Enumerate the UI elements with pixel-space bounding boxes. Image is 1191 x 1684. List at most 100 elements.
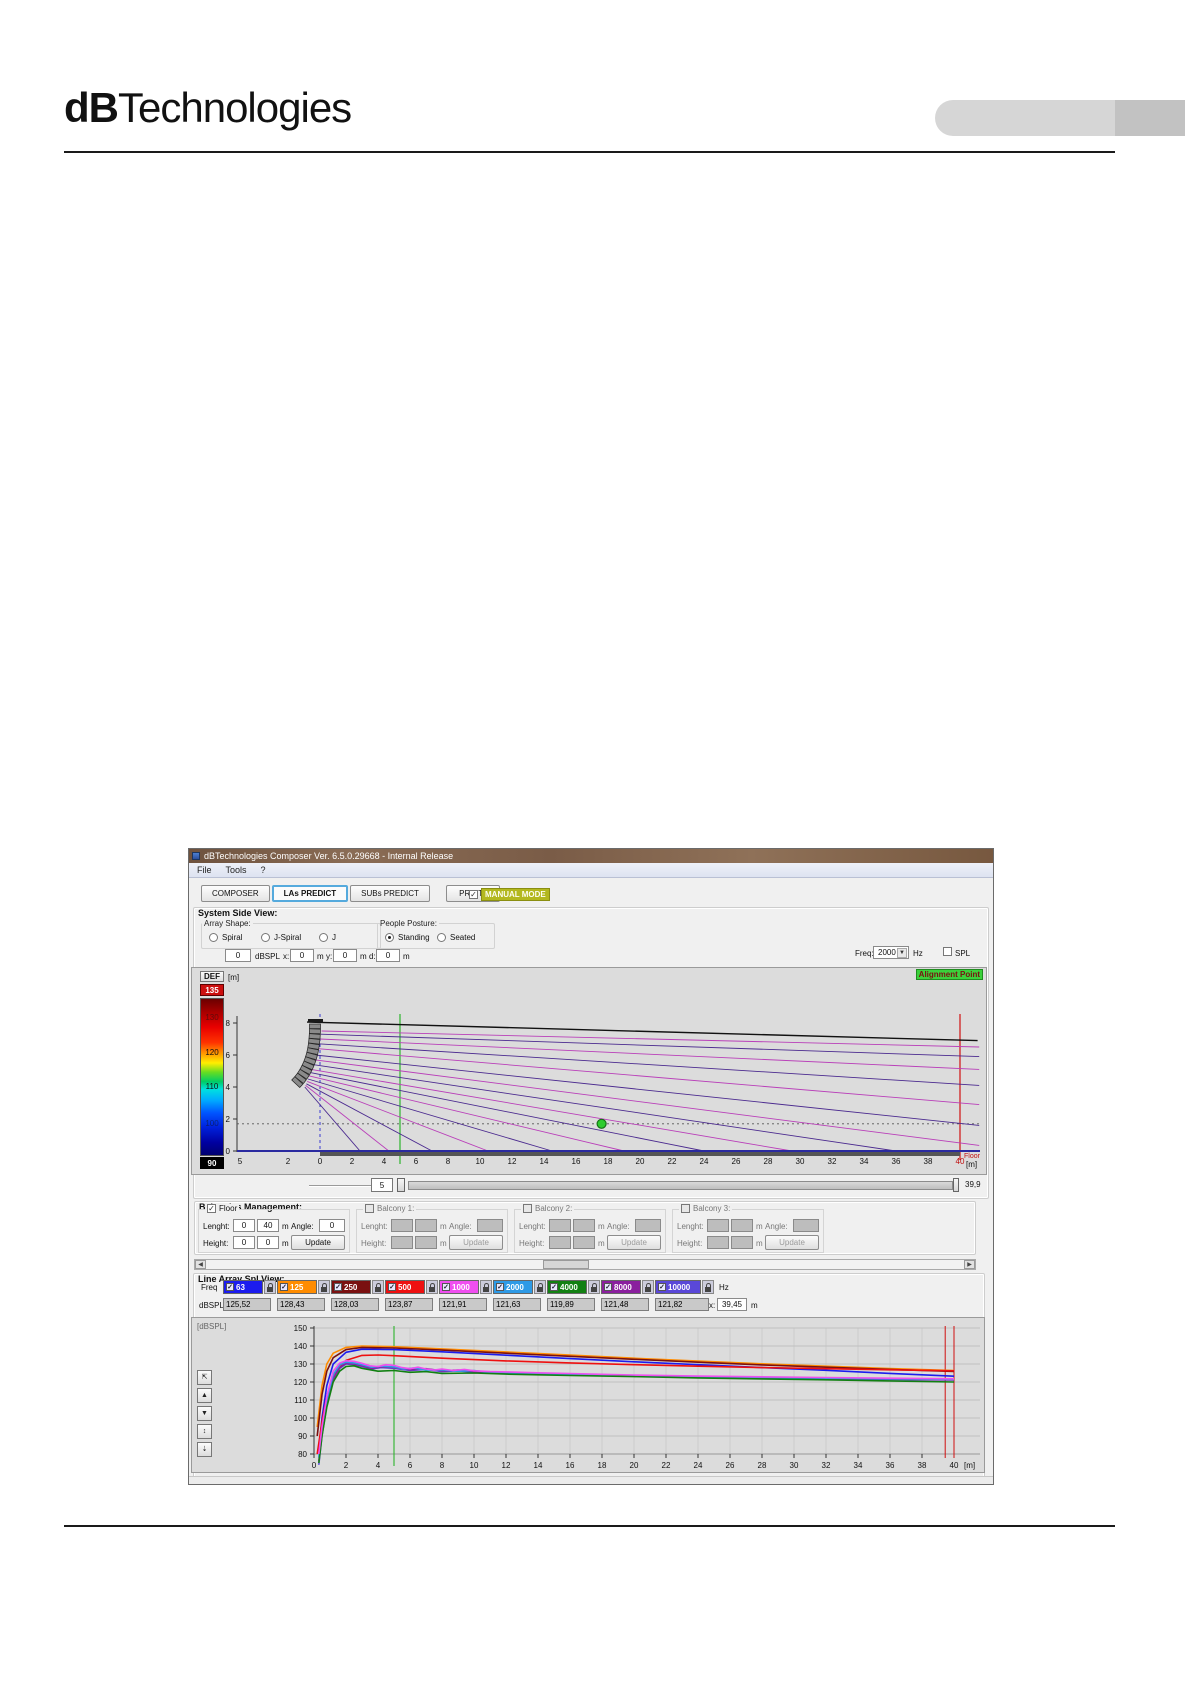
dbspl-input[interactable]: 0 [225, 949, 251, 962]
menu-help[interactable]: ? [261, 865, 266, 875]
height-input-1 [391, 1236, 413, 1249]
svg-text:130: 130 [294, 1360, 308, 1369]
svg-text:28: 28 [758, 1461, 767, 1470]
d-input[interactable]: 0 [376, 949, 400, 962]
band-checkbox[interactable]: ✓ [658, 1283, 666, 1291]
band-lock-cell[interactable] [264, 1280, 276, 1294]
balcony-name: Balcony 1: [377, 1204, 415, 1213]
scroll-left-icon[interactable]: ◀ [195, 1260, 206, 1269]
svg-text:4: 4 [376, 1461, 381, 1470]
spl-chart: 15014013012011010090800 2 4 6 8 10 12 14 16 18 20 2… [294, 1324, 980, 1470]
radio-spiral-wrap: Spiral [209, 933, 242, 942]
cursor-x-value[interactable]: 39,45 [717, 1298, 747, 1311]
dbtechnologies-logo: dBTechnologies [64, 84, 352, 132]
balcony-checkbox[interactable] [365, 1204, 374, 1213]
band-checkbox[interactable]: ✓ [280, 1283, 288, 1291]
horizontal-scrollbar[interactable]: ◀ ▶ [194, 1259, 976, 1270]
radio-standing[interactable] [385, 933, 394, 942]
scale-down-icon[interactable]: ▼ [197, 1406, 212, 1421]
menu-file[interactable]: File [197, 865, 212, 875]
balcony-checkbox[interactable]: ✓ [207, 1204, 216, 1213]
freq-band-button[interactable]: ✓ 4000 [547, 1280, 587, 1294]
band-lock-cell[interactable] [480, 1280, 492, 1294]
update-button[interactable]: Update [291, 1235, 345, 1250]
band-spl-value: 121,63 [493, 1298, 541, 1311]
svg-text:28: 28 [764, 1157, 773, 1166]
freq-band-button[interactable]: ✓ 125 [277, 1280, 317, 1294]
composer-app-window: dBTechnologies Composer Ver. 6.5.0.29668… [188, 848, 994, 1485]
band-checkbox[interactable]: ✓ [550, 1283, 558, 1291]
band-checkbox[interactable]: ✓ [496, 1283, 504, 1291]
band-lock-cell[interactable] [426, 1280, 438, 1294]
freq-band-button[interactable]: ✓ 500 [385, 1280, 425, 1294]
scrollbar-thumb[interactable] [543, 1260, 589, 1269]
y-input[interactable]: 0 [333, 949, 357, 962]
freq-band-button[interactable]: ✓ 8000 [601, 1280, 641, 1294]
slider-end-cap[interactable] [953, 1178, 959, 1192]
scale-up-icon[interactable]: ▲ [197, 1388, 212, 1403]
colorbar-tick-label: 120 [205, 1047, 219, 1057]
title-bar[interactable]: dBTechnologies Composer Ver. 6.5.0.29668… [189, 849, 993, 863]
d-m-label: m [403, 952, 410, 961]
radio-j[interactable] [319, 933, 328, 942]
band-lock-cell[interactable] [372, 1280, 384, 1294]
spl-checkbox[interactable] [943, 947, 952, 956]
band-lock-cell[interactable] [318, 1280, 330, 1294]
angle-input[interactable]: 0 [319, 1219, 345, 1232]
auto-scale-icon[interactable]: ↕ [197, 1424, 212, 1439]
band-checkbox[interactable]: ✓ [226, 1283, 234, 1291]
angle-input [477, 1219, 503, 1232]
zoom-fit-icon[interactable]: ⇱ [197, 1370, 212, 1385]
balcony-column-header: Balcony 1: [363, 1204, 417, 1213]
side-view-chart-panel: 8 6 4 2 0 5 2 0 2 4 6 8 10 12 14 16 18 20 22 24 26 28 30 32 34 36… [191, 967, 987, 1175]
height-input-2[interactable]: 0 [257, 1236, 279, 1249]
chevron-down-icon[interactable]: ▼ [897, 948, 907, 958]
menu-tools[interactable]: Tools [226, 865, 247, 875]
lenght-input-2[interactable]: 40 [257, 1219, 279, 1232]
x-input[interactable]: 0 [290, 949, 314, 962]
colorbar-tick-label: 130 [205, 1012, 219, 1022]
tab-las-predict[interactable]: LAs PREDICT [271, 885, 349, 902]
height-input-2 [573, 1236, 595, 1249]
band-lock-cell[interactable] [534, 1280, 546, 1294]
freq-band-button[interactable]: ✓ 2000 [493, 1280, 533, 1294]
tab-composer[interactable]: COMPOSER [201, 885, 270, 902]
svg-text:0: 0 [318, 1157, 323, 1166]
freq-dropdown[interactable]: 2000 ▼ [873, 946, 909, 959]
band-lock-cell[interactable] [702, 1280, 714, 1294]
freq-band-button[interactable]: ✓ 63 [223, 1280, 263, 1294]
freq-band-button[interactable]: ✓ 10000 [655, 1280, 701, 1294]
freq-band-button[interactable]: ✓ 1000 [439, 1280, 479, 1294]
balcony-checkbox[interactable] [523, 1204, 532, 1213]
radio-seated[interactable] [437, 933, 446, 942]
bands-hz-label: Hz [719, 1283, 729, 1292]
balcony-checkbox[interactable] [681, 1204, 690, 1213]
band-lock-cell[interactable] [588, 1280, 600, 1294]
radio-j-spiral[interactable] [261, 933, 270, 942]
balcony-name: Floor [219, 1204, 238, 1213]
band-checkbox[interactable]: ✓ [442, 1283, 450, 1291]
band-checkbox[interactable]: ✓ [388, 1283, 396, 1291]
slider-value-box[interactable]: 5 [371, 1178, 393, 1192]
window-title: dBTechnologies Composer Ver. 6.5.0.29668… [204, 851, 454, 861]
slider-track[interactable] [408, 1181, 953, 1190]
balcony-column-header: Balcony 3: [679, 1204, 733, 1213]
def-button[interactable]: DEF [200, 971, 224, 982]
lenght-input-2 [415, 1219, 437, 1232]
freq-band-button[interactable]: ✓ 250 [331, 1280, 371, 1294]
scroll-right-icon[interactable]: ▶ [964, 1260, 975, 1269]
radio-spiral[interactable] [209, 933, 218, 942]
slider-thumb[interactable] [397, 1178, 405, 1192]
band-lock-cell[interactable] [642, 1280, 654, 1294]
to-bottom-icon[interactable]: ⇣ [197, 1442, 212, 1457]
height-input-1[interactable]: 0 [233, 1236, 255, 1249]
manual-mode-checkbox[interactable]: ✓ [469, 890, 478, 899]
svg-text:20: 20 [630, 1461, 639, 1470]
tab-subs-predict[interactable]: SUBs PREDICT [350, 885, 430, 902]
band-freq-label: 125 [290, 1282, 304, 1292]
band-checkbox[interactable]: ✓ [334, 1283, 342, 1291]
balcony-name: Balcony 2: [535, 1204, 573, 1213]
lenght-input-1[interactable]: 0 [233, 1219, 255, 1232]
band-checkbox[interactable]: ✓ [604, 1283, 612, 1291]
svg-text:38: 38 [918, 1461, 927, 1470]
